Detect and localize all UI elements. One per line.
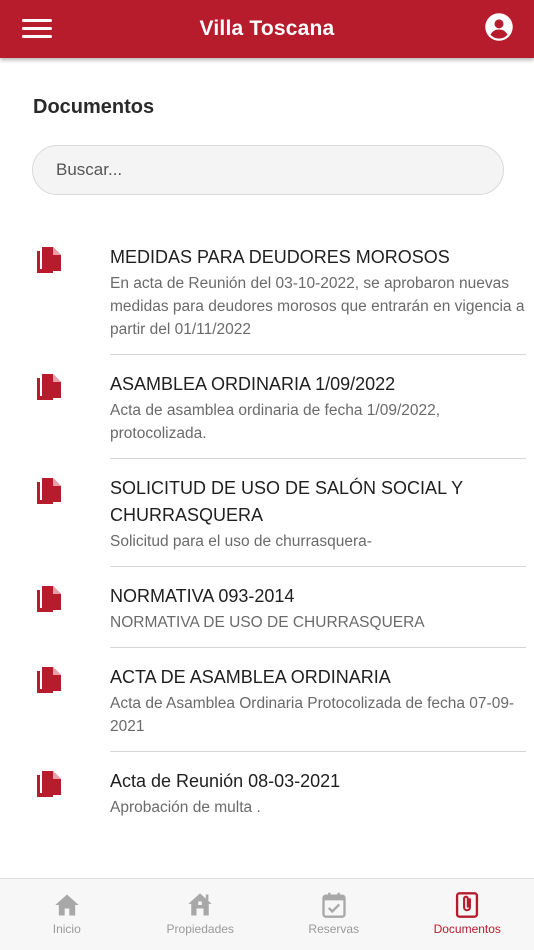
search-bar[interactable] — [32, 145, 504, 195]
page-title: Documentos — [33, 96, 155, 118]
search-input[interactable] — [56, 160, 503, 180]
houses-icon — [188, 893, 212, 916]
document-item[interactable]: Acta de Reunión 08-03-2021 Aprobación de… — [0, 752, 534, 833]
nav-label-documentos: Documentos — [433, 922, 501, 936]
document-title: ASAMBLEA ORDINARIA 1/09/2022 — [110, 374, 396, 394]
document-description: Acta de asamblea ordinaria de fecha 1/09… — [110, 402, 441, 442]
nav-label-propiedades: Propiedades — [166, 922, 234, 936]
document-title: Acta de Reunión 08-03-2021 — [110, 771, 341, 791]
file-copy-icon — [37, 667, 61, 693]
main-content: Documentos MEDIDAS PARA DEUDORES MOROSOS… — [0, 58, 534, 878]
bottom-navigation: Inicio Propiedades Reservas Documentos — [0, 878, 534, 950]
hamburger-menu-icon[interactable] — [22, 16, 52, 42]
document-list: MEDIDAS PARA DEUDORES MOROSOS En acta de… — [0, 228, 534, 833]
account-circle-icon[interactable] — [484, 12, 514, 42]
document-description: Solicitud para el uso de churrasquera- — [110, 533, 372, 550]
document-description: NORMATIVA DE USO DE CHURRASQUERA — [110, 614, 425, 631]
app-bar: Villa Toscana — [0, 0, 534, 58]
document-title: NORMATIVA 093-2014 — [110, 586, 295, 606]
nav-item-propiedades[interactable]: Propiedades — [134, 879, 268, 950]
document-item[interactable]: MEDIDAS PARA DEUDORES MOROSOS En acta de… — [0, 228, 534, 355]
file-copy-icon — [37, 586, 61, 612]
document-title: ACTA DE ASAMBLEA ORDINARIA — [110, 667, 391, 687]
attachment-document-icon — [456, 892, 479, 918]
document-description: Acta de Asamblea Ordinaria Protocolizada… — [110, 695, 515, 735]
nav-label-reservas: Reservas — [308, 922, 360, 936]
nav-label-inicio: Inicio — [52, 922, 81, 936]
document-description: En acta de Reunión del 03-10-2022, se ap… — [110, 275, 525, 338]
file-copy-icon — [37, 771, 61, 797]
home-icon — [55, 894, 79, 916]
nav-item-inicio[interactable]: Inicio — [0, 879, 134, 950]
file-copy-icon — [37, 374, 61, 400]
document-item[interactable]: ACTA DE ASAMBLEA ORDINARIA Acta de Asamb… — [0, 648, 534, 752]
file-copy-icon — [37, 478, 61, 504]
document-item[interactable]: ASAMBLEA ORDINARIA 1/09/2022 Acta de asa… — [0, 355, 534, 459]
app-title: Villa Toscana — [199, 17, 335, 40]
nav-item-reservas[interactable]: Reservas — [267, 879, 401, 950]
nav-item-documentos[interactable]: Documentos — [401, 879, 534, 950]
document-title: SOLICITUD DE USO DE SALÓN SOCIAL Y CHURR… — [110, 478, 463, 525]
document-item[interactable]: NORMATIVA 093-2014 NORMATIVA DE USO DE C… — [0, 567, 534, 648]
file-copy-icon — [37, 247, 61, 273]
document-item[interactable]: SOLICITUD DE USO DE SALÓN SOCIAL Y CHURR… — [0, 459, 534, 567]
document-title: MEDIDAS PARA DEUDORES MOROSOS — [110, 247, 450, 267]
calendar-check-icon — [322, 892, 346, 918]
document-description: Aprobación de multa . — [110, 799, 261, 816]
